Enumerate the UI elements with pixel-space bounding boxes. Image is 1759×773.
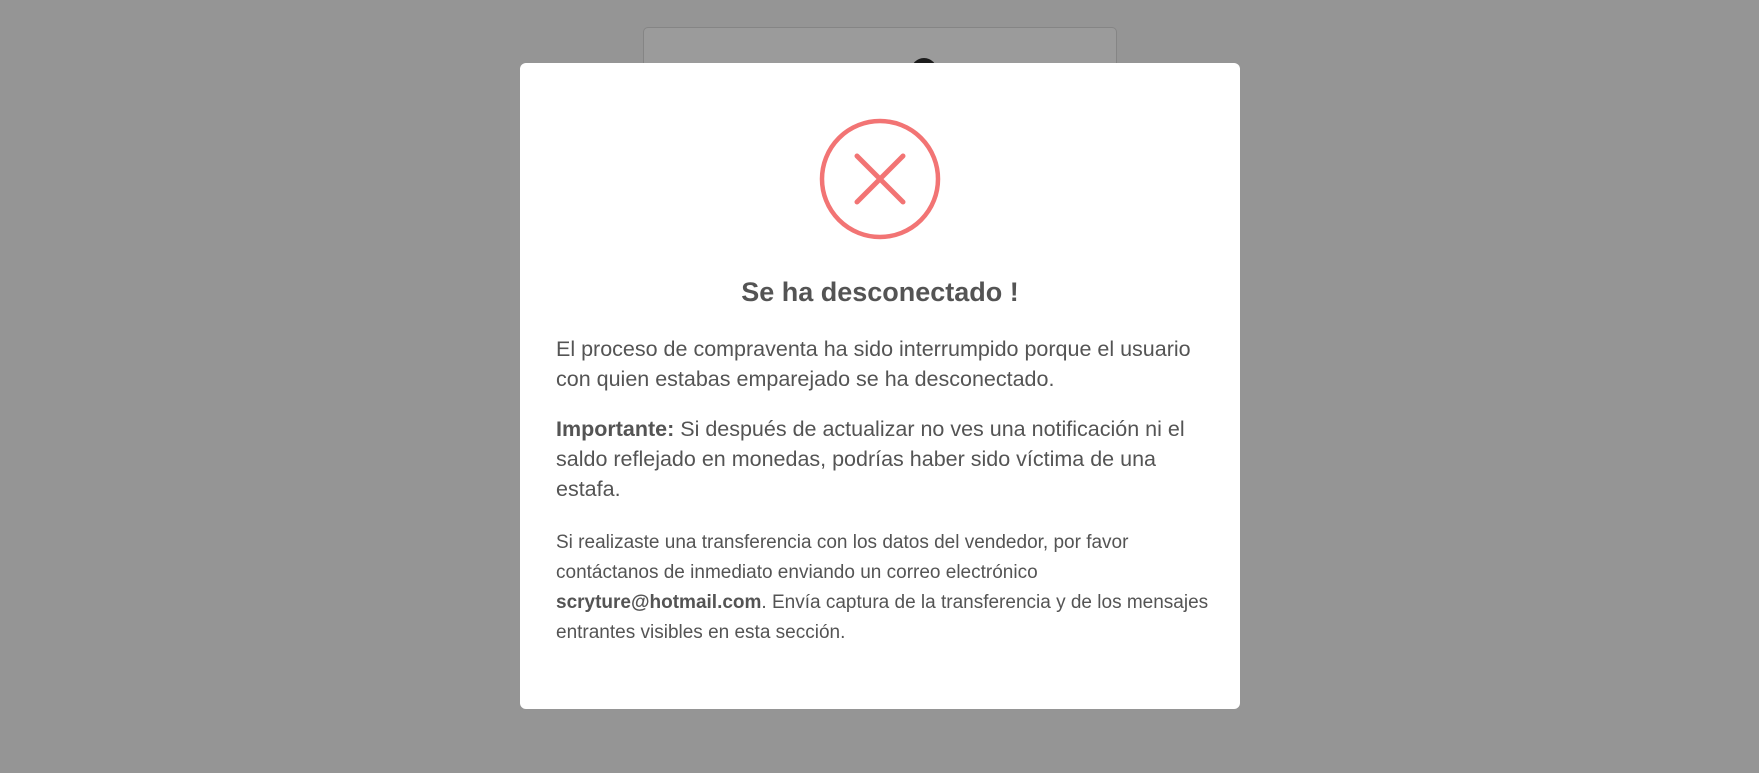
dialog-content: El proceso de compraventa ha sido interr… [556,334,1216,668]
contact-text-before: Si realizaste una transferencia con los … [556,532,1129,583]
error-x-icon [819,118,941,240]
important-notice: Importante: Si después de actualizar no … [556,414,1216,504]
contact-instructions: Si realizaste una transferencia con los … [556,528,1216,648]
contact-email[interactable]: scryture@hotmail.com [556,592,761,613]
alert-dialog: Se ha desconectado ! El proceso de compr… [520,63,1240,709]
disconnect-message: El proceso de compraventa ha sido interr… [556,337,1191,391]
dialog-title: Se ha desconectado ! [741,277,1019,307]
important-label: Importante: [556,417,675,441]
